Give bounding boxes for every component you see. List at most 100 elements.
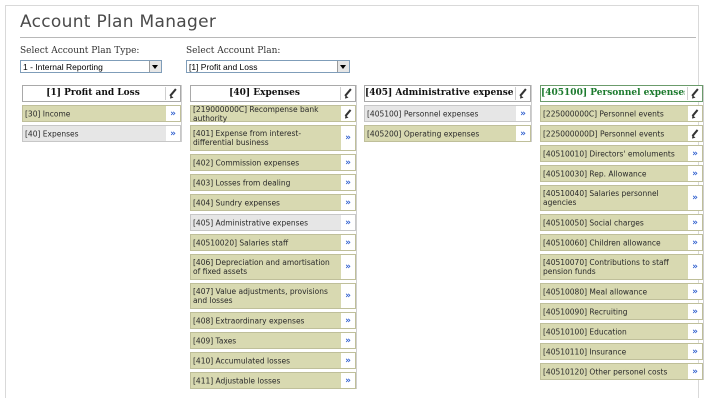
- account-row-label: [30] Income: [25, 109, 71, 118]
- account-row-label: [40510080] Meal allowance: [543, 287, 648, 296]
- chevron-down-icon[interactable]: [337, 61, 349, 72]
- account-row-label: [40510070] Contributions to staff pensio…: [543, 258, 669, 276]
- account-row[interactable]: [40510010] Directors' emoluments »: [540, 145, 703, 162]
- account-row[interactable]: [40510020] Salaries staff »: [190, 234, 356, 251]
- double-chevron-right-icon[interactable]: »: [341, 284, 355, 308]
- account-column: [405] Administrative expenses [405100] Pe…: [364, 85, 532, 142]
- account-row[interactable]: [405100] Personnel expenses »: [364, 105, 531, 122]
- account-row[interactable]: [30] Income »: [22, 105, 181, 122]
- account-row[interactable]: [40510030] Rep. Allowance »: [540, 165, 703, 182]
- plan-type-select[interactable]: 1 - Internal Reporting: [20, 60, 162, 73]
- account-row-label: [405] Administrative expenses: [193, 218, 309, 227]
- double-chevron-right-icon[interactable]: »: [341, 235, 355, 250]
- account-row[interactable]: [219000000C] Recompense bank authority: [190, 105, 356, 123]
- double-chevron-right-icon[interactable]: »: [341, 195, 355, 210]
- account-row-label: [225000000D] Personnel events: [543, 129, 665, 138]
- double-chevron-right-icon[interactable]: »: [688, 166, 702, 181]
- account-row[interactable]: [407] Value adjustments, provisions and …: [190, 283, 356, 309]
- account-row-label: [40510100] Education: [543, 327, 627, 336]
- double-chevron-right-icon[interactable]: »: [688, 255, 702, 279]
- chevron-down-icon[interactable]: [149, 61, 161, 72]
- double-chevron-right-icon[interactable]: »: [688, 324, 702, 339]
- account-row[interactable]: [40510120] Other personel costs »: [540, 363, 703, 380]
- double-chevron-right-icon[interactable]: »: [341, 373, 355, 388]
- account-row-label: [40510090] Recruiting: [543, 307, 628, 316]
- account-row-label: [405200] Operating expenses: [367, 129, 480, 138]
- account-row-label: [401] Expense from interest-differential…: [193, 129, 302, 147]
- account-row-label: [404] Sundry expenses: [193, 198, 280, 207]
- double-chevron-right-icon[interactable]: »: [688, 215, 702, 230]
- pencil-icon[interactable]: [341, 106, 355, 121]
- account-row[interactable]: [40510090] Recruiting »: [540, 303, 703, 320]
- pencil-icon[interactable]: [688, 106, 702, 121]
- account-row-label: [40] Expenses: [25, 129, 79, 138]
- plan-type-label: Select Account Plan Type:: [20, 46, 140, 56]
- account-row[interactable]: [225000000C] Personnel events: [540, 105, 703, 122]
- account-row[interactable]: [40510040] Salaries personnel agencies »: [540, 185, 703, 211]
- account-row[interactable]: [40510080] Meal allowance »: [540, 283, 703, 300]
- account-row-label: [403] Losses from dealing: [193, 178, 291, 187]
- double-chevron-right-icon[interactable]: »: [166, 126, 180, 141]
- double-chevron-right-icon[interactable]: »: [688, 304, 702, 319]
- account-row-label: [40510020] Salaries staff: [193, 238, 289, 247]
- pencil-icon[interactable]: [688, 126, 702, 141]
- account-column: [40] Expenses [219000000C] Recompense ban…: [190, 85, 357, 389]
- double-chevron-right-icon[interactable]: »: [341, 215, 355, 230]
- double-chevron-right-icon[interactable]: »: [688, 364, 702, 379]
- account-row[interactable]: [408] Extraordinary expenses »: [190, 312, 356, 329]
- double-chevron-right-icon[interactable]: »: [688, 284, 702, 299]
- account-row[interactable]: [405] Administrative expenses »: [190, 214, 356, 231]
- double-chevron-right-icon[interactable]: »: [516, 126, 530, 141]
- double-chevron-right-icon[interactable]: »: [341, 313, 355, 328]
- double-chevron-right-icon[interactable]: »: [688, 235, 702, 250]
- double-chevron-right-icon[interactable]: »: [688, 186, 702, 210]
- double-chevron-right-icon[interactable]: »: [341, 155, 355, 170]
- account-column: [1] Profit and Loss [30] Income» [40] Expe…: [22, 85, 182, 142]
- double-chevron-right-icon[interactable]: »: [688, 344, 702, 359]
- account-row[interactable]: [406] Depreciation and amortisation of f…: [190, 254, 356, 280]
- account-row-label: [40510060] Children allowance: [543, 238, 661, 247]
- account-row[interactable]: [225000000D] Personnel events: [540, 125, 703, 142]
- account-row[interactable]: [402] Commission expenses »: [190, 154, 356, 171]
- double-chevron-right-icon[interactable]: »: [341, 126, 355, 150]
- account-row-label: [405100] Personnel expenses: [367, 109, 479, 118]
- pencil-icon[interactable]: [340, 87, 354, 100]
- double-chevron-right-icon[interactable]: »: [516, 106, 530, 121]
- account-row[interactable]: [405200] Operating expenses »: [364, 125, 531, 142]
- account-row[interactable]: [403] Losses from dealing »: [190, 174, 356, 191]
- account-row[interactable]: [40] Expenses »: [22, 125, 181, 142]
- double-chevron-right-icon[interactable]: »: [341, 333, 355, 348]
- column-header-title: [405] Administrative expenses: [365, 88, 513, 98]
- column-header: [40] Expenses: [190, 85, 356, 102]
- account-row[interactable]: [401] Expense from interest-differential…: [190, 125, 356, 151]
- plan-label: Select Account Plan:: [186, 46, 281, 56]
- pencil-icon[interactable]: [687, 87, 701, 100]
- account-row[interactable]: [40510070] Contributions to staff pensio…: [540, 254, 703, 280]
- account-row[interactable]: [410] Accumulated losses »: [190, 352, 356, 369]
- account-row[interactable]: [40510050] Social charges »: [540, 214, 703, 231]
- account-row[interactable]: [40510100] Education »: [540, 323, 703, 340]
- account-row[interactable]: [40510110] Insurance »: [540, 343, 703, 360]
- account-row-label: [409] Taxes: [193, 336, 237, 345]
- account-row[interactable]: [409] Taxes »: [190, 332, 356, 349]
- account-row[interactable]: [40510060] Children allowance »: [540, 234, 703, 251]
- double-chevron-right-icon[interactable]: »: [166, 106, 180, 121]
- pencil-icon[interactable]: [165, 87, 179, 100]
- plan-value: [1] Profit and Loss: [189, 62, 258, 72]
- double-chevron-right-icon[interactable]: »: [341, 175, 355, 190]
- account-row-label: [40510120] Other personel costs: [543, 367, 668, 376]
- column-header: [1] Profit and Loss: [22, 85, 181, 102]
- account-row-label: [407] Value adjustments, provisions and …: [193, 287, 328, 305]
- double-chevron-right-icon[interactable]: »: [688, 146, 702, 161]
- column-header: [405100] Personnel expenses: [540, 85, 703, 102]
- account-row[interactable]: [411] Adjustable losses »: [190, 372, 356, 389]
- pencil-icon[interactable]: [515, 87, 529, 100]
- account-row-label: [40510040] Salaries personnel agencies: [543, 189, 659, 207]
- double-chevron-right-icon[interactable]: »: [341, 353, 355, 368]
- column-header-title: [405100] Personnel expenses: [541, 88, 685, 98]
- double-chevron-right-icon[interactable]: »: [341, 255, 355, 279]
- title-divider: [20, 37, 696, 38]
- account-row[interactable]: [404] Sundry expenses »: [190, 194, 356, 211]
- account-column: [405100] Personnel expenses [225000000C] …: [540, 85, 704, 380]
- plan-select[interactable]: [1] Profit and Loss: [186, 60, 350, 73]
